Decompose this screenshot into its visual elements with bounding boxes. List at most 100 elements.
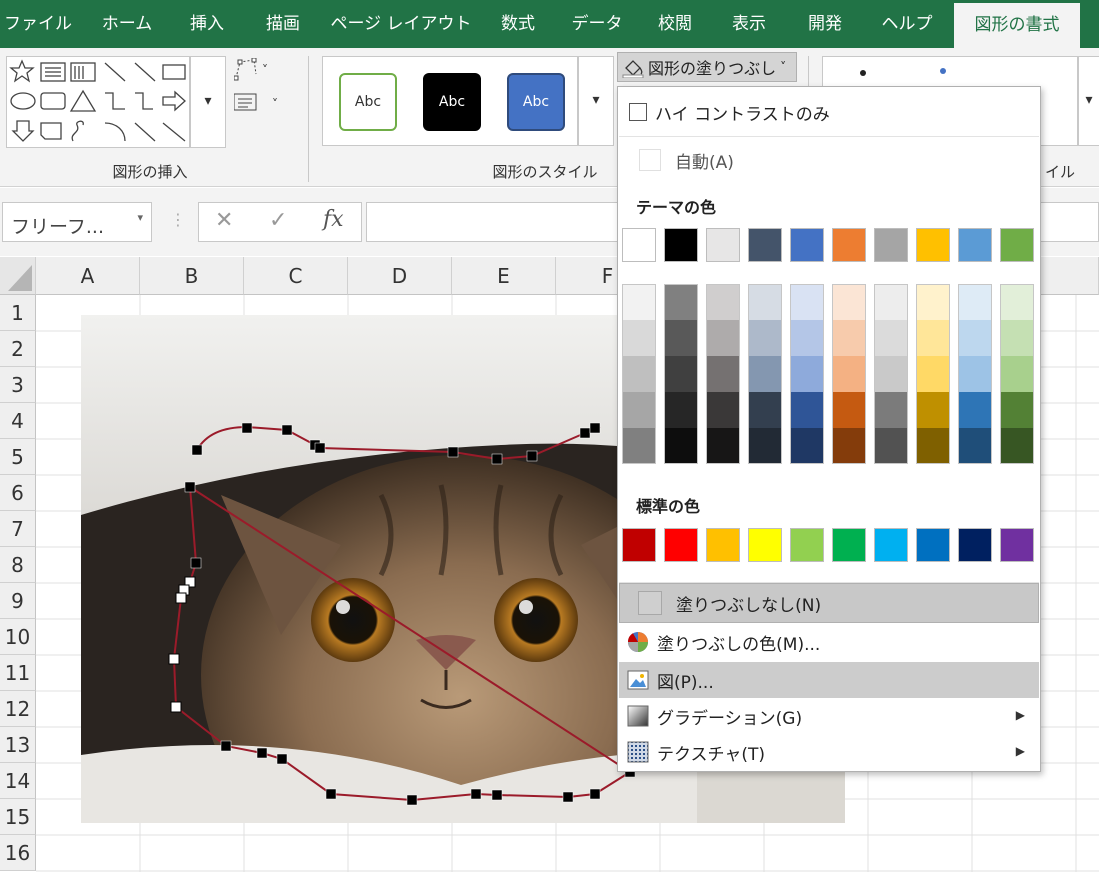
- theme-tint-swatch[interactable]: [748, 392, 782, 428]
- theme-tint-swatch[interactable]: [706, 428, 740, 464]
- enter-icon[interactable]: ✓: [269, 208, 287, 233]
- theme-tint-swatch[interactable]: [748, 320, 782, 356]
- theme-tint-swatch[interactable]: [664, 428, 698, 464]
- theme-tint-swatch[interactable]: [958, 392, 992, 428]
- theme-tint-swatch[interactable]: [622, 320, 656, 356]
- theme-tint-swatch[interactable]: [664, 392, 698, 428]
- theme-color-swatch[interactable]: [1000, 228, 1034, 262]
- theme-tint-swatch[interactable]: [1000, 392, 1034, 428]
- cancel-icon[interactable]: ✕: [215, 208, 233, 233]
- theme-color-swatch[interactable]: [832, 228, 866, 262]
- theme-tint-swatch[interactable]: [748, 356, 782, 392]
- tab-5[interactable]: 数式: [488, 0, 548, 48]
- theme-tint-swatch[interactable]: [916, 284, 950, 320]
- freeform-shape-outline[interactable]: [0, 257, 700, 817]
- standard-color-swatch[interactable]: [706, 528, 740, 562]
- row-header-16[interactable]: 16: [0, 835, 36, 871]
- theme-tint-swatch[interactable]: [790, 392, 824, 428]
- high-contrast-option[interactable]: ハイ コントラストのみ: [619, 97, 1039, 127]
- picture-fill-option[interactable]: 図(P)...: [619, 662, 1039, 698]
- insert-function-icon[interactable]: fx: [323, 207, 344, 232]
- theme-color-swatch[interactable]: [958, 228, 992, 262]
- standard-color-swatch[interactable]: [832, 528, 866, 562]
- theme-tint-swatch[interactable]: [958, 356, 992, 392]
- auto-color-option[interactable]: 自動(A): [619, 145, 1039, 175]
- tab-1[interactable]: ホーム: [89, 0, 165, 48]
- theme-tint-swatch[interactable]: [664, 284, 698, 320]
- tab-9[interactable]: 開発: [794, 0, 856, 48]
- more-fill-colors-option[interactable]: 塗りつぶしの色(M)...: [619, 627, 1039, 657]
- standard-color-swatch[interactable]: [1000, 528, 1034, 562]
- theme-tint-swatch[interactable]: [874, 392, 908, 428]
- standard-color-swatch[interactable]: [622, 528, 656, 562]
- theme-tint-swatch[interactable]: [664, 320, 698, 356]
- shape-fill-button[interactable]: 図形の塗りつぶし ˅: [617, 52, 797, 82]
- theme-tint-swatch[interactable]: [622, 284, 656, 320]
- theme-tint-swatch[interactable]: [790, 320, 824, 356]
- theme-tint-swatch[interactable]: [622, 392, 656, 428]
- style-preset-outline-green[interactable]: Abc: [339, 73, 397, 131]
- theme-tint-swatch[interactable]: [832, 320, 866, 356]
- theme-tint-swatch[interactable]: [790, 428, 824, 464]
- standard-color-swatch[interactable]: [958, 528, 992, 562]
- theme-tint-swatch[interactable]: [832, 392, 866, 428]
- theme-tint-swatch[interactable]: [748, 284, 782, 320]
- chevron-down-icon[interactable]: ▾: [137, 211, 143, 224]
- tab-0[interactable]: ファイル: [0, 0, 76, 48]
- name-box[interactable]: フリーフ... ▾: [2, 202, 152, 242]
- tab-2[interactable]: 挿入: [176, 0, 238, 48]
- tab-4[interactable]: ページ レイアウト: [326, 0, 476, 48]
- theme-tint-swatch[interactable]: [958, 284, 992, 320]
- theme-color-swatch[interactable]: [622, 228, 656, 262]
- theme-tint-swatch[interactable]: [706, 356, 740, 392]
- theme-tint-swatch[interactable]: [832, 284, 866, 320]
- shape-style-gallery[interactable]: Abc Abc Abc: [322, 56, 578, 146]
- theme-tint-swatch[interactable]: [790, 356, 824, 392]
- standard-color-swatch[interactable]: [664, 528, 698, 562]
- theme-tint-swatch[interactable]: [958, 320, 992, 356]
- theme-tint-swatch[interactable]: [874, 428, 908, 464]
- tab-8[interactable]: 表示: [718, 0, 780, 48]
- standard-color-swatch[interactable]: [874, 528, 908, 562]
- tab-10[interactable]: ヘルプ: [870, 0, 944, 48]
- theme-tint-swatch[interactable]: [706, 320, 740, 356]
- theme-color-swatch[interactable]: [916, 228, 950, 262]
- tab-6[interactable]: データ: [560, 0, 634, 48]
- theme-tint-swatch[interactable]: [622, 356, 656, 392]
- theme-tint-swatch[interactable]: [916, 356, 950, 392]
- tab-3[interactable]: 描画: [252, 0, 314, 48]
- style-preset-black[interactable]: Abc: [423, 73, 481, 131]
- theme-tint-swatch[interactable]: [664, 356, 698, 392]
- tab-7[interactable]: 校閲: [644, 0, 706, 48]
- theme-tint-swatch[interactable]: [1000, 284, 1034, 320]
- theme-tint-swatch[interactable]: [1000, 356, 1034, 392]
- theme-tint-swatch[interactable]: [874, 320, 908, 356]
- standard-color-swatch[interactable]: [916, 528, 950, 562]
- theme-tint-swatch[interactable]: [874, 356, 908, 392]
- theme-tint-swatch[interactable]: [748, 428, 782, 464]
- checkbox-icon[interactable]: [629, 103, 647, 121]
- theme-tint-swatch[interactable]: [958, 428, 992, 464]
- standard-color-swatch[interactable]: [748, 528, 782, 562]
- no-fill-option[interactable]: 塗りつぶしなし(N): [619, 583, 1039, 623]
- text-box-icon[interactable]: ˅: [233, 90, 290, 118]
- theme-color-swatch[interactable]: [790, 228, 824, 262]
- standard-color-swatch[interactable]: [790, 528, 824, 562]
- style-preset-blue[interactable]: Abc: [507, 73, 565, 131]
- shape-gallery[interactable]: [6, 56, 190, 148]
- theme-color-swatch[interactable]: [664, 228, 698, 262]
- theme-tint-swatch[interactable]: [1000, 320, 1034, 356]
- theme-tint-swatch[interactable]: [916, 428, 950, 464]
- theme-tint-swatch[interactable]: [1000, 428, 1034, 464]
- theme-tint-swatch[interactable]: [874, 284, 908, 320]
- theme-tint-swatch[interactable]: [916, 392, 950, 428]
- gradient-fill-option[interactable]: グラデーション(G) ▶: [619, 698, 1039, 734]
- theme-tint-swatch[interactable]: [832, 356, 866, 392]
- theme-tint-swatch[interactable]: [790, 284, 824, 320]
- theme-tint-swatch[interactable]: [832, 428, 866, 464]
- theme-tint-swatch[interactable]: [622, 428, 656, 464]
- style-gallery-more-button[interactable]: ▾: [578, 56, 614, 146]
- wordart-more-button[interactable]: ▾: [1078, 56, 1099, 146]
- theme-color-swatch[interactable]: [874, 228, 908, 262]
- tab-11[interactable]: 図形の書式: [954, 0, 1080, 48]
